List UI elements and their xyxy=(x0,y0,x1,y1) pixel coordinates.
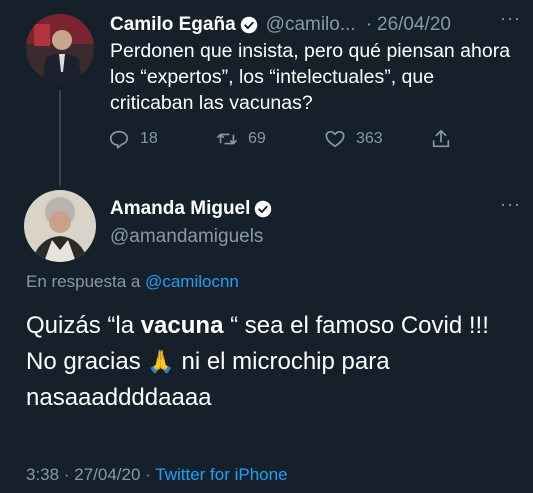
tweet-text: Perdonen que insista, pero qué piensan a… xyxy=(110,40,511,114)
like-count: 363 xyxy=(356,130,383,147)
reply-context: En respuesta a @camilocnn xyxy=(26,272,239,292)
avatar-image xyxy=(26,14,94,82)
handle[interactable]: @camilo... xyxy=(266,14,356,36)
like-icon xyxy=(325,130,345,148)
tweet-source-link[interactable]: Twitter for iPhone xyxy=(155,465,287,484)
tweet-meta: 3:38 · 27/04/20 · Twitter for iPhone xyxy=(26,465,288,485)
verified-icon xyxy=(254,200,272,218)
verified-icon xyxy=(240,16,258,34)
praying-hands-emoji: 🙏 xyxy=(147,349,175,374)
separator: · xyxy=(63,465,70,484)
thread-line xyxy=(59,90,61,186)
avatar[interactable] xyxy=(24,190,96,262)
tweet-text-bold: vacuna xyxy=(140,312,224,339)
reply-prefix: En respuesta a xyxy=(26,272,141,291)
more-icon[interactable]: ··· xyxy=(500,8,521,29)
tweet-actions: 18 69 363 xyxy=(108,128,468,154)
avatar[interactable] xyxy=(26,14,94,82)
reply-icon xyxy=(109,130,129,149)
tweet-text-part: Quizás “la xyxy=(26,312,141,339)
tweet-date[interactable]: 27/04/20 xyxy=(74,465,140,484)
share-button[interactable] xyxy=(430,128,452,150)
retweet-button[interactable]: 69 xyxy=(216,128,266,150)
avatar-image xyxy=(24,190,96,262)
reply-count: 18 xyxy=(140,130,158,147)
tweet-date[interactable]: 26/04/20 xyxy=(377,14,451,36)
reply-to-link[interactable]: @camilocnn xyxy=(145,272,239,291)
retweet-icon xyxy=(217,133,237,145)
display-name[interactable]: Camilo Egaña xyxy=(110,14,236,36)
tweet-text: Quizás “la vacuna “ sea el famoso Covid … xyxy=(26,308,521,416)
display-name[interactable]: Amanda Miguel xyxy=(110,198,250,220)
share-icon xyxy=(432,129,450,148)
like-button[interactable]: 363 xyxy=(324,128,383,150)
more-icon[interactable]: ··· xyxy=(500,194,521,215)
retweet-count: 69 xyxy=(248,130,266,147)
tweet-time[interactable]: 3:38 xyxy=(26,465,59,484)
separator: · xyxy=(145,465,151,484)
reply-button[interactable]: 18 xyxy=(108,128,158,150)
separator: · xyxy=(365,14,373,35)
handle[interactable]: @amandamiguels xyxy=(110,226,263,248)
